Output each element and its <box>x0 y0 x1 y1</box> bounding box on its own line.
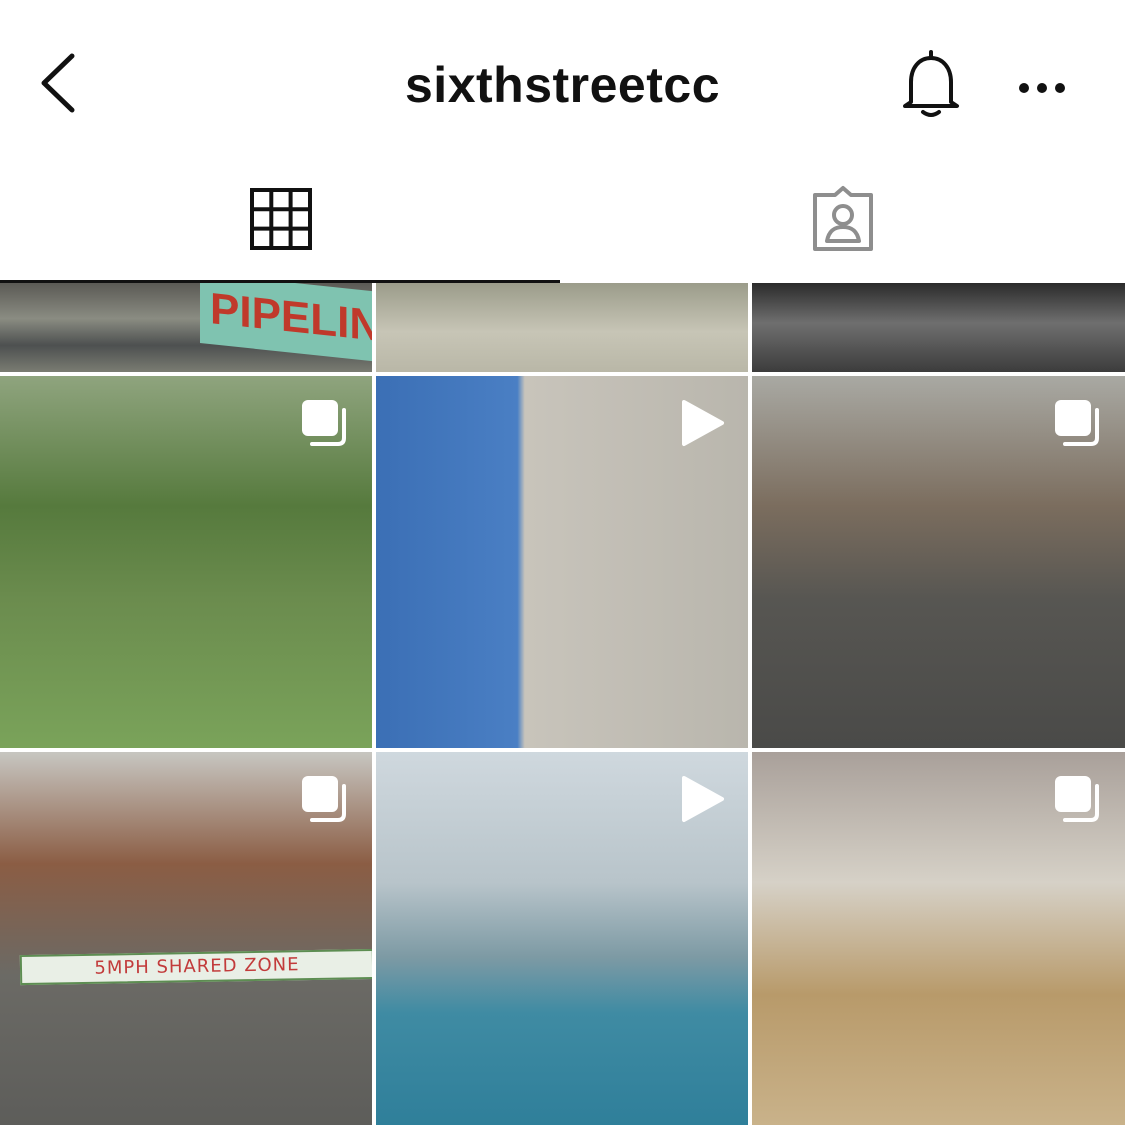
carousel-icon <box>302 776 346 822</box>
profile-tabs <box>0 170 1125 282</box>
photo-tile[interactable] <box>376 376 748 748</box>
photo-sign-text: PIPELIN <box>200 283 372 363</box>
photo-tile[interactable] <box>752 752 1125 1125</box>
grid-icon <box>250 188 312 250</box>
photo-sign-text: 5MPH SHARED ZONE <box>19 948 372 986</box>
more-horizontal-icon <box>1019 83 1065 93</box>
profile-header: sixthstreetcc <box>0 0 1125 170</box>
tagged-person-icon <box>813 186 873 251</box>
play-icon <box>682 776 724 822</box>
bell-icon <box>903 50 959 117</box>
photo-tile[interactable] <box>752 376 1125 748</box>
tab-grid[interactable] <box>0 170 562 282</box>
carousel-icon <box>1055 400 1099 446</box>
photo-grid: PIPELIN 5MPH SHARED ZONE <box>0 283 1125 1125</box>
notifications-button[interactable] <box>893 48 969 124</box>
photo-tile[interactable]: 5MPH SHARED ZONE <box>0 752 372 1125</box>
carousel-icon <box>302 400 346 446</box>
photo-tile[interactable] <box>0 376 372 748</box>
photo-tile[interactable] <box>752 283 1125 372</box>
tab-tagged[interactable] <box>563 170 1125 282</box>
photo-tile[interactable] <box>376 283 748 372</box>
play-icon <box>682 400 724 446</box>
photo-tile[interactable]: PIPELIN <box>0 283 372 372</box>
photo-tile[interactable] <box>376 752 748 1125</box>
carousel-icon <box>1055 776 1099 822</box>
more-options-button[interactable] <box>1014 68 1070 108</box>
